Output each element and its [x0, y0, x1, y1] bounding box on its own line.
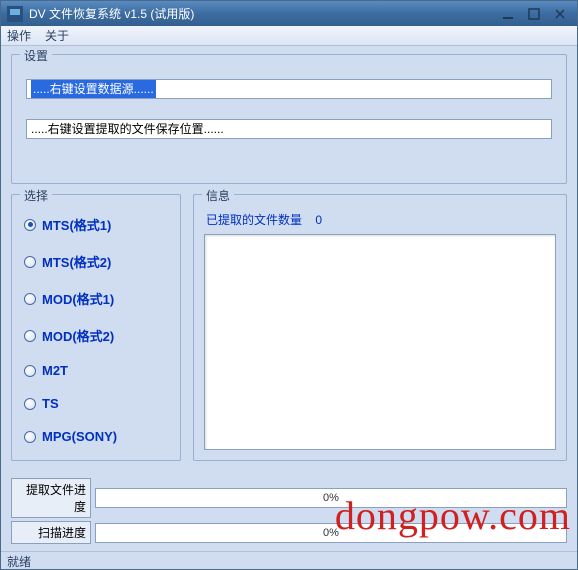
source-text: .....右键设置数据源......	[31, 80, 156, 98]
radio-option[interactable]: MOD(格式2)	[24, 326, 168, 345]
mid-row: 选择 MTS(格式1)MTS(格式2)MOD(格式1)MOD(格式2)M2TTS…	[11, 194, 567, 471]
settings-group-title: 设置	[20, 47, 52, 64]
source-input[interactable]: .....右键设置数据源......	[26, 79, 552, 99]
format-radio-list: MTS(格式1) MTS(格式2) MOD(格式1) MOD(格式2) M2T TS MPG…	[22, 209, 170, 450]
radio-label: MOD(格式2)	[42, 326, 114, 345]
extracted-count-label: 已提取的文件数量 0	[206, 211, 556, 228]
target-row: .....右键设置提取的文件保存位置......	[26, 119, 552, 139]
radio-dot-icon	[24, 219, 36, 231]
titlebar: DV 文件恢复系统 v1.5 (试用版)	[1, 1, 577, 26]
radio-label: TS	[42, 396, 59, 411]
maximize-button[interactable]	[523, 5, 545, 23]
app-window: DV 文件恢复系统 v1.5 (试用版) 操作 关于 设置 .....右键设置数…	[0, 0, 578, 570]
radio-label: M2T	[42, 363, 68, 378]
status-text: 就绪	[7, 555, 31, 569]
app-icon	[7, 6, 23, 22]
source-row: .....右键设置数据源......	[26, 79, 552, 99]
scan-progress-bar: 0%	[95, 523, 567, 543]
menubar: 操作 关于	[1, 26, 577, 46]
statusbar: 就绪	[1, 551, 577, 569]
progress-area: 提取文件进度 0% 扫描进度 0%	[11, 471, 567, 547]
info-group-title: 信息	[202, 187, 234, 204]
radio-option[interactable]: MPG(SONY)	[24, 429, 168, 444]
radio-dot-icon	[24, 398, 36, 410]
scan-progress-pct: 0%	[323, 527, 339, 539]
radio-dot-icon	[24, 293, 36, 305]
scan-progress-label: 扫描进度	[11, 521, 91, 544]
select-group: 选择 MTS(格式1)MTS(格式2)MOD(格式1)MOD(格式2)M2TTS…	[11, 194, 181, 461]
client-area: 设置 .....右键设置数据源...... .....右键设置提取的文件保存位置…	[1, 46, 577, 551]
radio-option[interactable]: M2T	[24, 363, 168, 378]
settings-group: 设置 .....右键设置数据源...... .....右键设置提取的文件保存位置…	[11, 54, 567, 184]
radio-label: MTS(格式2)	[42, 252, 111, 271]
radio-label: MPG(SONY)	[42, 429, 117, 444]
extracted-label-text: 已提取的文件数量	[206, 213, 302, 227]
radio-dot-icon	[24, 256, 36, 268]
extract-progress-row: 提取文件进度 0%	[11, 478, 567, 518]
radio-label: MTS(格式1)	[42, 215, 111, 234]
window-controls	[497, 5, 571, 23]
extracted-count-value: 0	[315, 213, 322, 227]
scan-progress-row: 扫描进度 0%	[11, 521, 567, 544]
radio-option[interactable]: MTS(格式1)	[24, 215, 168, 234]
file-listbox[interactable]	[204, 234, 556, 450]
close-button[interactable]	[549, 5, 571, 23]
select-group-title: 选择	[20, 187, 52, 204]
minimize-button[interactable]	[497, 5, 519, 23]
extract-progress-bar: 0%	[95, 488, 567, 508]
radio-option[interactable]: TS	[24, 396, 168, 411]
radio-dot-icon	[24, 330, 36, 342]
radio-dot-icon	[24, 431, 36, 443]
extract-progress-label: 提取文件进度	[11, 478, 91, 518]
target-text: .....右键设置提取的文件保存位置......	[31, 122, 224, 136]
radio-option[interactable]: MOD(格式1)	[24, 289, 168, 308]
window-title: DV 文件恢复系统 v1.5 (试用版)	[29, 5, 497, 22]
radio-label: MOD(格式1)	[42, 289, 114, 308]
menu-about[interactable]: 关于	[45, 27, 69, 44]
target-input[interactable]: .....右键设置提取的文件保存位置......	[26, 119, 552, 139]
radio-option[interactable]: MTS(格式2)	[24, 252, 168, 271]
radio-dot-icon	[24, 365, 36, 377]
extract-progress-pct: 0%	[323, 492, 339, 504]
info-group: 信息 已提取的文件数量 0	[193, 194, 567, 461]
menu-operate[interactable]: 操作	[7, 27, 31, 44]
